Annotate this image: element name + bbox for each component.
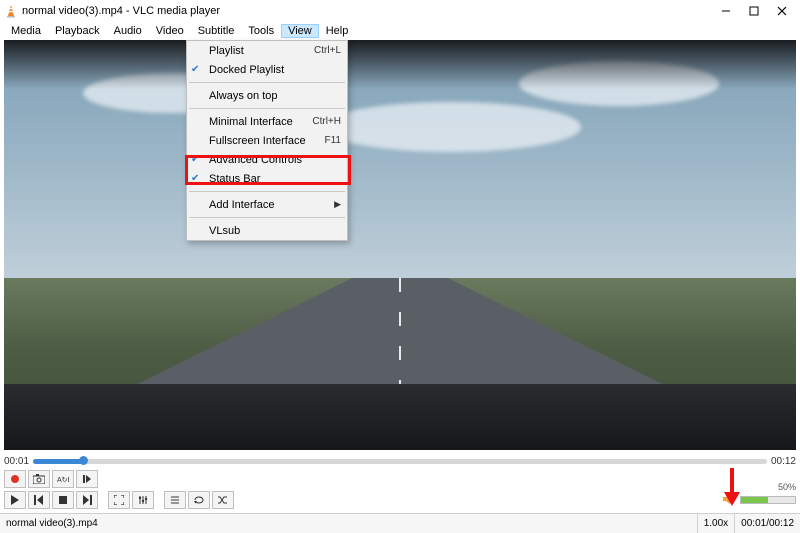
maximize-button[interactable] xyxy=(740,1,768,21)
play-button[interactable] xyxy=(4,491,26,509)
status-speed[interactable]: 1.00x xyxy=(698,514,735,533)
menu-subtitle[interactable]: Subtitle xyxy=(191,24,242,38)
check-icon: ✔ xyxy=(191,154,199,165)
shuffle-button[interactable] xyxy=(212,491,234,509)
menu-item-always-on-top[interactable]: Always on top xyxy=(187,86,347,105)
loop-button[interactable] xyxy=(188,491,210,509)
menu-help[interactable]: Help xyxy=(319,24,356,38)
time-total: 00:12 xyxy=(771,456,796,467)
menu-bar: Media Playback Audio Video Subtitle Tool… xyxy=(0,22,800,40)
svg-text:A↻B: A↻B xyxy=(57,477,69,484)
menu-item-label: Always on top xyxy=(209,90,277,102)
menu-audio[interactable]: Audio xyxy=(107,24,149,38)
menu-item-label: Playlist xyxy=(209,45,244,57)
menu-tools[interactable]: Tools xyxy=(241,24,281,38)
window-controls xyxy=(712,1,796,21)
menu-shortcut: Ctrl+H xyxy=(312,116,341,127)
menu-separator xyxy=(189,191,345,192)
status-bar: normal video(3).mp4 1.00x 00:01/00:12 xyxy=(0,513,800,533)
video-windshield-top xyxy=(4,40,796,89)
menu-shortcut: F11 xyxy=(325,135,342,146)
video-area[interactable] xyxy=(4,40,796,450)
menu-item-label: Fullscreen Interface xyxy=(209,135,306,147)
next-button[interactable] xyxy=(76,491,98,509)
menu-separator xyxy=(189,108,345,109)
menu-shortcut: Ctrl+L xyxy=(314,45,341,56)
record-button[interactable] xyxy=(4,470,26,488)
seek-thumb[interactable] xyxy=(79,456,88,465)
frame-step-button[interactable] xyxy=(76,470,98,488)
extended-settings-button[interactable] xyxy=(132,491,154,509)
time-elapsed: 00:01 xyxy=(4,456,29,467)
menu-view[interactable]: View xyxy=(281,24,319,38)
status-time: 00:01/00:12 xyxy=(735,514,800,533)
menu-item-label: Add Interface xyxy=(209,199,274,211)
menu-item-minimal-interface[interactable]: Minimal Interface Ctrl+H xyxy=(187,112,347,131)
menu-item-playlist[interactable]: Playlist Ctrl+L xyxy=(187,41,347,60)
window-title: normal video(3).mp4 - VLC media player xyxy=(22,5,712,17)
title-bar: normal video(3).mp4 - VLC media player xyxy=(0,0,800,22)
video-dashboard xyxy=(4,384,796,450)
menu-item-advanced-controls[interactable]: ✔ Advanced Controls xyxy=(187,150,347,169)
menu-playback[interactable]: Playback xyxy=(48,24,107,38)
video-cloud xyxy=(321,102,581,152)
snapshot-button[interactable] xyxy=(28,470,50,488)
annotation-red-arrow-icon xyxy=(721,466,743,508)
menu-item-label: Minimal Interface xyxy=(209,116,293,128)
menu-separator xyxy=(189,82,345,83)
loop-ab-button[interactable]: A↻B xyxy=(52,470,74,488)
menu-video[interactable]: Video xyxy=(149,24,191,38)
volume-slider[interactable] xyxy=(740,496,796,504)
submenu-arrow-icon: ▶ xyxy=(334,199,341,210)
volume-percent: 50% xyxy=(778,482,796,492)
menu-item-docked-playlist[interactable]: ✔ Docked Playlist xyxy=(187,60,347,79)
menu-item-add-interface[interactable]: Add Interface ▶ xyxy=(187,195,347,214)
menu-separator xyxy=(189,217,345,218)
menu-item-label: Advanced Controls xyxy=(209,154,302,166)
advanced-controls: A↻B xyxy=(4,470,98,488)
playlist-button[interactable] xyxy=(164,491,186,509)
menu-item-label: Status Bar xyxy=(209,173,260,185)
seek-progress xyxy=(33,459,84,464)
menu-item-vlsub[interactable]: VLsub xyxy=(187,221,347,240)
menu-media[interactable]: Media xyxy=(4,24,48,38)
view-menu-dropdown: Playlist Ctrl+L ✔ Docked Playlist Always… xyxy=(186,40,348,241)
check-icon: ✔ xyxy=(191,173,199,184)
seek-track[interactable] xyxy=(33,459,767,464)
status-filename: normal video(3).mp4 xyxy=(0,514,698,533)
fullscreen-button[interactable] xyxy=(108,491,130,509)
close-button[interactable] xyxy=(768,1,796,21)
menu-item-status-bar[interactable]: ✔ Status Bar xyxy=(187,169,347,188)
seek-bar: 00:01 00:12 xyxy=(4,454,796,468)
stop-button[interactable] xyxy=(52,491,74,509)
check-icon: ✔ xyxy=(191,64,199,75)
menu-item-label: VLsub xyxy=(209,225,240,237)
playback-controls: 50% xyxy=(4,490,796,510)
minimize-button[interactable] xyxy=(712,1,740,21)
previous-button[interactable] xyxy=(28,491,50,509)
vlc-cone-icon xyxy=(4,4,18,18)
menu-item-fullscreen-interface[interactable]: Fullscreen Interface F11 xyxy=(187,131,347,150)
menu-item-label: Docked Playlist xyxy=(209,64,284,76)
